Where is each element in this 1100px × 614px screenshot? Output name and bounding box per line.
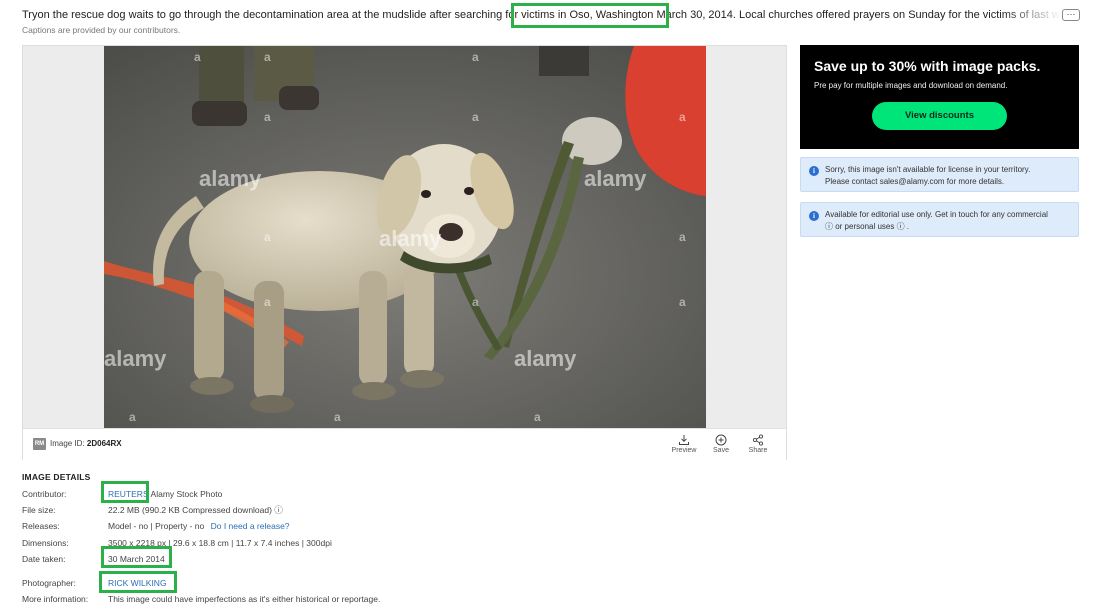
detail-row-releases: Releases: Model - no | Property - no Do … [22, 520, 622, 536]
detail-row-more-info: More information: This image could have … [22, 593, 622, 609]
view-discounts-button[interactable]: View discounts [872, 102, 1007, 130]
promo-subtitle: Pre pay for multiple images and download… [814, 81, 1008, 90]
caption-expand-button[interactable]: ··· [1062, 9, 1080, 21]
caption-text: Tryon the rescue dog waits to go through… [22, 9, 1062, 21]
dimensions-label: Dimensions: [22, 537, 69, 548]
detail-row-filesize: File size: 22.2 MB (990.2 KB Compressed … [22, 504, 622, 520]
image-id: Image ID: 2D064RX [50, 439, 122, 448]
photographer-link[interactable]: RICK WILKING [108, 577, 167, 589]
watermark-mark: a [194, 50, 201, 64]
watermark-mark: a [264, 295, 271, 309]
share-button[interactable]: Share [741, 434, 775, 454]
main-photo[interactable]: alamy alamy alamy alamy alamy a a a a a … [104, 46, 706, 428]
watermark-mark: a [264, 230, 271, 244]
plus-circle-icon [715, 434, 727, 446]
watermark-mark: a [679, 295, 686, 309]
watermark-text: alamy [379, 226, 442, 251]
license-notice-text: Sorry, this image isn't available for li… [825, 164, 1030, 188]
info-circle-icon[interactable]: ⓘ [274, 505, 283, 515]
photographer-label: Photographer: [22, 577, 76, 588]
detail-row-photographer: Photographer: RICK WILKING [22, 577, 622, 593]
image-viewer: alamy alamy alamy alamy alamy a a a a a … [22, 45, 787, 460]
preview-button[interactable]: Preview [667, 434, 701, 454]
watermark-text: alamy [104, 346, 167, 371]
date-taken-value: 30 March 2014 [108, 553, 165, 564]
download-icon [679, 435, 689, 445]
preview-label: Preview [671, 447, 697, 454]
save-label: Save [713, 447, 729, 454]
more-info-value: This image could have imperfections as i… [108, 594, 381, 605]
image-toolbar: RM Image ID: 2D064RX Preview Save Share [23, 428, 786, 460]
share-icon [752, 434, 764, 446]
releases-text: Model - no | Property - no [108, 521, 205, 532]
watermark-mark: a [534, 410, 541, 424]
promo-title: Save up to 30% with image packs. [814, 58, 1041, 74]
detail-row-dimensions: Dimensions: 3500 x 2218 px | 29.6 x 18.8… [22, 537, 622, 553]
watermark-mark: a [334, 410, 341, 424]
watermark-mark: a [264, 110, 271, 124]
image-packs-promo: Save up to 30% with image packs. Pre pay… [800, 45, 1079, 149]
filesize-value: 22.2 MB (990.2 KB Compressed download) ⓘ [108, 504, 283, 516]
watermark-text: alamy [584, 166, 647, 191]
rights-managed-badge: RM [33, 438, 46, 450]
image-details: IMAGE DETAILS Contributor: REUTERS Alamy… [22, 472, 622, 609]
watermark-mark: a [472, 295, 479, 309]
watermark-mark: a [472, 50, 479, 64]
notice-line: Please contact sales@alamy.com for more … [825, 177, 1005, 186]
info-icon: i [809, 166, 819, 176]
watermark-mark: a [264, 50, 271, 64]
share-label: Share [748, 447, 768, 454]
releases-value: Model - no | Property - no Do I need a r… [108, 520, 290, 532]
contributor-agency: Alamy Stock Photo [150, 489, 223, 499]
date-taken-label: Date taken: [22, 553, 66, 564]
detail-row-spacer [22, 569, 622, 577]
license-notice: i Sorry, this image isn't available for … [800, 157, 1079, 192]
filesize-label: File size: [22, 505, 56, 516]
caption-fade [1002, 8, 1062, 24]
watermark-text: alamy [514, 346, 577, 371]
watermark-text: alamy [199, 166, 262, 191]
editorial-notice: i Available for editorial use only. Get … [800, 202, 1079, 237]
editorial-notice-text: Available for editorial use only. Get in… [825, 209, 1048, 233]
photo-illustration: alamy alamy alamy alamy alamy a a a a a … [104, 46, 706, 428]
release-help-link[interactable]: Do I need a release? [211, 521, 290, 531]
releases-label: Releases: [22, 521, 60, 532]
info-icon: i [809, 211, 819, 221]
watermark-mark: a [679, 230, 686, 244]
dimensions-value: 3500 x 2218 px | 29.6 x 18.8 cm | 11.7 x… [108, 537, 332, 548]
caption-note: Captions are provided by our contributor… [22, 25, 181, 35]
detail-row-contributor: Contributor: REUTERS Alamy Stock Photo [22, 488, 622, 504]
notice-line: ⓘ or personal uses ⓘ . [825, 222, 910, 231]
contributor-link[interactable]: REUTERS [108, 489, 149, 499]
more-info-label: More information: [22, 594, 89, 605]
image-id-label: Image ID: [50, 439, 85, 448]
contributor-label: Contributor: [22, 489, 67, 499]
watermark-mark: a [129, 410, 136, 424]
image-caption: Tryon the rescue dog waits to go through… [22, 8, 1080, 24]
watermark-mark: a [472, 110, 479, 124]
filesize-text: 22.2 MB (990.2 KB Compressed download) [108, 505, 272, 516]
notice-line: Sorry, this image isn't available for li… [825, 165, 1031, 174]
contributor-value: REUTERS Alamy Stock Photo [108, 488, 222, 500]
save-button[interactable]: Save [704, 434, 738, 454]
image-details-heading: IMAGE DETAILS [22, 472, 91, 482]
notice-line: Available for editorial use only. Get in… [825, 210, 1048, 219]
detail-row-date: Date taken: 30 March 2014 [22, 553, 622, 569]
watermark-mark: a [679, 110, 686, 124]
image-id-value: 2D064RX [86, 439, 122, 448]
